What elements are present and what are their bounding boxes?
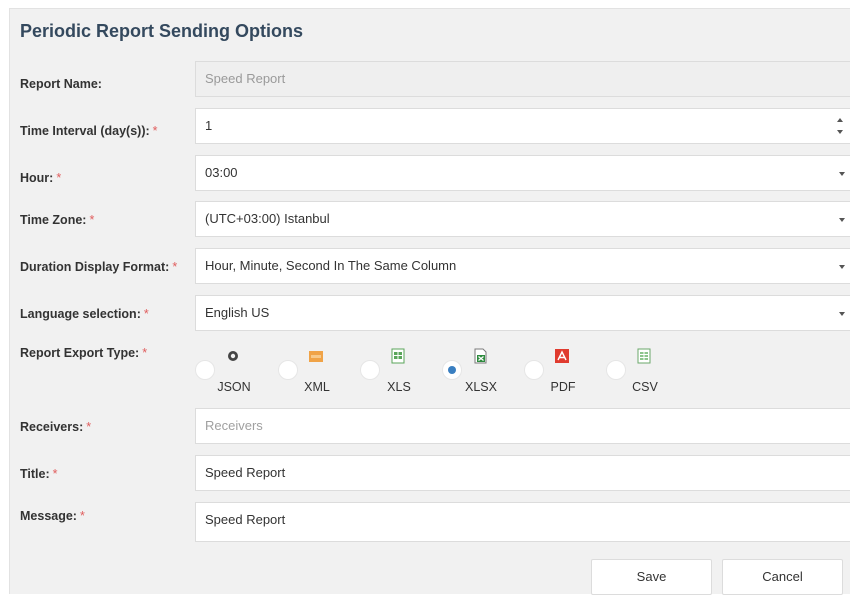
report-name-label: Report Name: xyxy=(20,77,102,91)
time-interval-label-row: Time Interval (day(s)): * xyxy=(20,124,158,138)
required-mark: * xyxy=(52,467,58,481)
xlsx-file-icon xyxy=(474,348,487,364)
chevron-down-icon xyxy=(839,218,845,222)
report-name-placeholder: Speed Report xyxy=(205,71,286,86)
receivers-placeholder: Receivers xyxy=(205,418,263,433)
radio-xlsx[interactable] xyxy=(442,360,462,380)
required-mark: * xyxy=(172,260,178,274)
title-input[interactable]: Speed Report xyxy=(195,455,850,491)
receivers-label-row: Receivers: * xyxy=(20,420,91,434)
xml-file-icon xyxy=(309,351,323,362)
csv-file-icon xyxy=(637,348,651,364)
receivers-input[interactable]: Receivers xyxy=(195,408,850,444)
language-label: Language selection: xyxy=(20,307,141,321)
message-label: Message: xyxy=(20,509,77,523)
language-select[interactable]: English US xyxy=(195,295,850,331)
time-interval-label: Time Interval (day(s)): xyxy=(20,124,150,138)
time-zone-select[interactable]: (UTC+03:00) Istanbul xyxy=(195,201,850,237)
report-options-panel: Periodic Report Sending Options Report N… xyxy=(9,8,850,595)
cancel-button[interactable]: Cancel xyxy=(722,559,843,595)
required-mark: * xyxy=(143,307,149,321)
hour-select[interactable]: 03:00 xyxy=(195,155,850,191)
time-interval-input[interactable]: 1 xyxy=(195,108,850,144)
stepper-down-icon[interactable] xyxy=(837,130,843,134)
time-interval-stepper[interactable] xyxy=(837,118,845,136)
xls-file-icon xyxy=(391,348,405,364)
radio-xml[interactable] xyxy=(278,360,298,380)
message-value: Speed Report xyxy=(205,512,286,527)
required-mark: * xyxy=(142,346,148,360)
export-option-label: CSV xyxy=(632,380,658,394)
export-option-label: XLS xyxy=(387,380,411,394)
radio-xls[interactable] xyxy=(360,360,380,380)
duration-format-select[interactable]: Hour, Minute, Second In The Same Column xyxy=(195,248,850,284)
form-title: Periodic Report Sending Options xyxy=(20,21,304,41)
language-value: English US xyxy=(205,305,270,320)
report-name-field: Speed Report xyxy=(195,61,850,97)
required-mark: * xyxy=(79,509,85,523)
required-mark: * xyxy=(89,213,95,227)
export-option-label: JSON xyxy=(217,380,251,394)
hour-label: Hour: xyxy=(20,171,54,185)
export-type-label: Report Export Type: xyxy=(20,346,140,360)
chevron-down-icon xyxy=(839,265,845,269)
save-button[interactable]: Save xyxy=(591,559,712,595)
time-zone-label-row: Time Zone: * xyxy=(20,213,94,227)
export-option-xml[interactable]: XML xyxy=(278,346,358,396)
radio-pdf[interactable] xyxy=(524,360,544,380)
report-name-label-row: Report Name: xyxy=(20,77,102,91)
chevron-down-icon xyxy=(839,312,845,316)
export-option-xlsx[interactable]: XLSX xyxy=(442,346,522,396)
message-textarea[interactable]: Speed Report xyxy=(195,502,850,542)
export-option-pdf[interactable]: PDF xyxy=(524,346,604,396)
duration-format-value: Hour, Minute, Second In The Same Column xyxy=(205,258,457,273)
required-mark: * xyxy=(152,124,158,138)
export-option-label: PDF xyxy=(550,380,576,394)
required-mark: * xyxy=(56,171,62,185)
export-option-csv[interactable]: CSV xyxy=(606,346,686,396)
title-label: Title: xyxy=(20,467,50,481)
language-label-row: Language selection: * xyxy=(20,307,149,321)
export-option-label: XML xyxy=(304,380,330,394)
export-option-json[interactable]: JSON xyxy=(195,346,275,396)
radio-csv[interactable] xyxy=(606,360,626,380)
required-mark: * xyxy=(86,420,92,434)
stepper-up-icon[interactable] xyxy=(837,118,843,122)
message-label-row: Message: * xyxy=(20,509,85,523)
duration-format-label: Duration Display Format: xyxy=(20,260,170,274)
title-label-row: Title: * xyxy=(20,467,58,481)
export-option-label: XLSX xyxy=(465,380,497,394)
title-value: Speed Report xyxy=(205,465,286,480)
pdf-file-icon xyxy=(555,349,569,363)
json-file-icon xyxy=(228,351,238,361)
export-type-label-row: Report Export Type: * xyxy=(20,346,147,360)
export-option-xls[interactable]: XLS xyxy=(360,346,440,396)
time-zone-value: (UTC+03:00) Istanbul xyxy=(205,211,330,226)
time-zone-label: Time Zone: xyxy=(20,213,87,227)
hour-value: 03:00 xyxy=(205,165,238,180)
receivers-label: Receivers: xyxy=(20,420,84,434)
radio-json[interactable] xyxy=(195,360,215,380)
duration-format-label-row: Duration Display Format: * xyxy=(20,260,177,274)
chevron-down-icon xyxy=(839,172,845,176)
time-interval-value: 1 xyxy=(205,118,213,133)
hour-label-row: Hour: * xyxy=(20,171,61,185)
